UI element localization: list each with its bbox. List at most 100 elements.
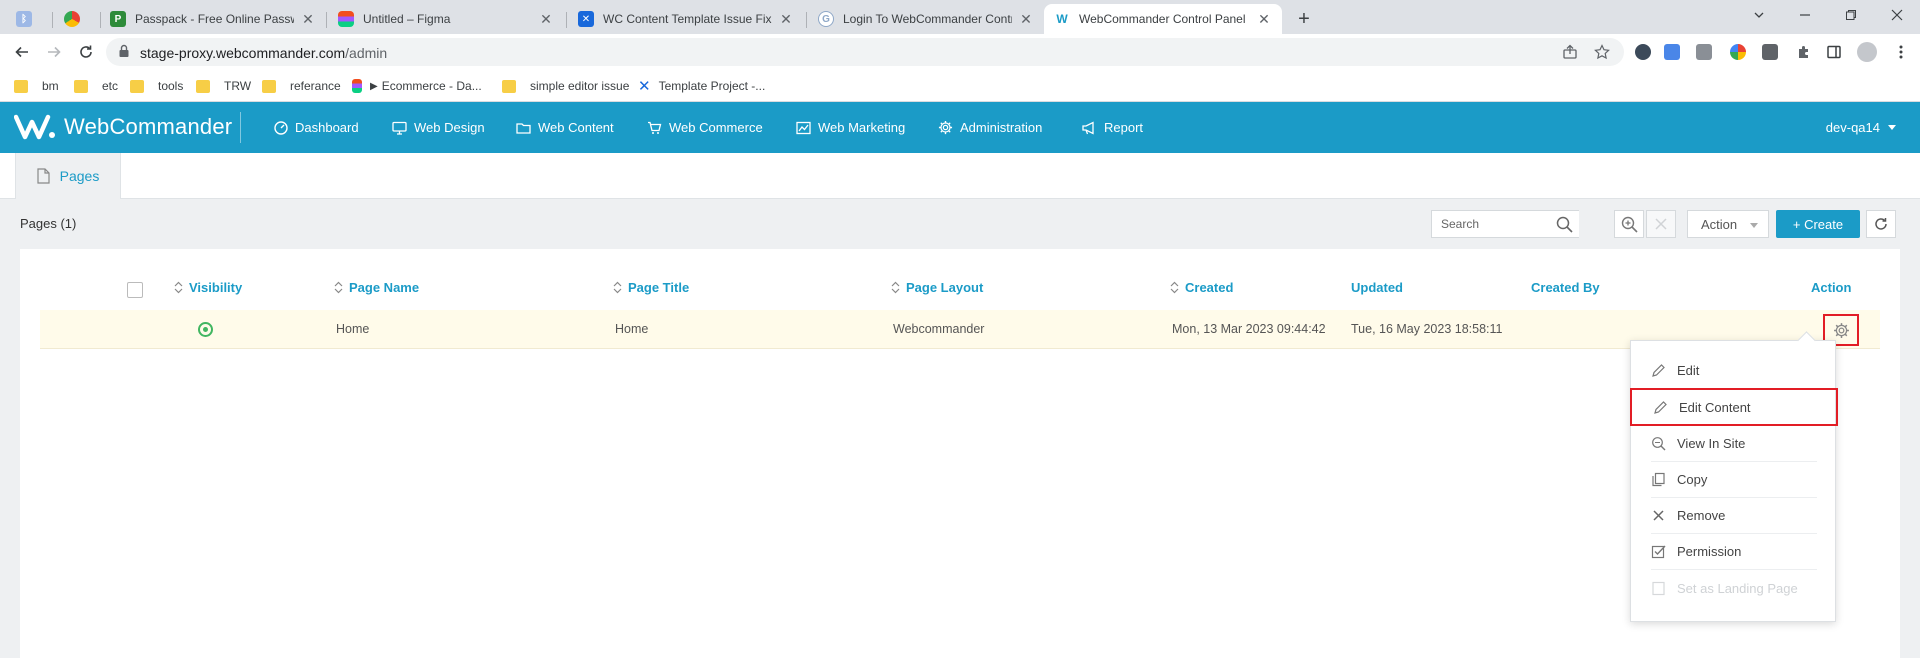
browser-tab-2[interactable] bbox=[54, 4, 100, 34]
close-icon[interactable]: ✕ bbox=[778, 11, 794, 27]
cell-created: Mon, 13 Mar 2023 09:44:42 bbox=[1172, 322, 1326, 336]
jira-favicon-icon: ✕ bbox=[578, 11, 594, 27]
brand-logo[interactable]: WebCommander bbox=[14, 111, 232, 143]
action-dropdown-label: Action bbox=[1701, 216, 1738, 232]
share-icon[interactable] bbox=[1562, 44, 1578, 60]
color-picker-extension-icon[interactable] bbox=[1730, 44, 1746, 60]
menu-item-edit-content[interactable]: Edit Content bbox=[1630, 388, 1838, 426]
username: dev-qa14 bbox=[1825, 120, 1880, 135]
action-dropdown[interactable]: Action bbox=[1687, 210, 1769, 238]
search-input[interactable] bbox=[1432, 211, 1542, 237]
close-icon[interactable]: ✕ bbox=[1018, 11, 1034, 27]
minimize-icon[interactable] bbox=[1782, 0, 1828, 30]
url-text: stage-proxy.webcommander.com/admin bbox=[140, 45, 388, 61]
profile-avatar-icon[interactable] bbox=[1857, 42, 1877, 62]
refresh-button[interactable] bbox=[1866, 210, 1896, 238]
translate-extension-icon[interactable] bbox=[1664, 44, 1680, 60]
nav-web-commerce[interactable]: Web Commerce bbox=[647, 102, 763, 153]
tab-pages[interactable]: Pages bbox=[15, 153, 121, 199]
jira-icon: ✕ bbox=[638, 78, 651, 95]
nav-web-marketing[interactable]: Web Marketing bbox=[796, 102, 905, 153]
login-favicon-icon: G bbox=[818, 11, 834, 27]
nav-web-design[interactable]: Web Design bbox=[392, 102, 485, 153]
header-updated[interactable]: Updated bbox=[1351, 280, 1403, 295]
table-row[interactable]: Home Home Webcommander Mon, 13 Mar 2023 … bbox=[40, 310, 1880, 349]
user-menu[interactable]: dev-qa14 bbox=[1826, 102, 1896, 153]
new-tab-button[interactable]: + bbox=[1290, 6, 1318, 32]
forward-arrow-icon[interactable] bbox=[42, 40, 66, 64]
folder-icon bbox=[130, 79, 144, 93]
bookmark-folder-tools[interactable]: tools bbox=[130, 77, 183, 95]
bookmark-folder-etc[interactable]: etc bbox=[74, 77, 118, 95]
menu-item-view-in-site[interactable]: View In Site bbox=[1651, 426, 1817, 462]
menu-item-permission[interactable]: Permission bbox=[1651, 534, 1817, 570]
search-icon[interactable] bbox=[1556, 216, 1573, 233]
brand-name: WebCommander bbox=[64, 114, 233, 139]
nav-dashboard[interactable]: Dashboard bbox=[274, 102, 359, 153]
nav-administration[interactable]: Administration bbox=[938, 102, 1042, 153]
close-icon bbox=[1653, 510, 1664, 521]
menu-item-edit[interactable]: Edit bbox=[1651, 353, 1817, 389]
bookmark-folder-trw[interactable]: TRW bbox=[196, 77, 251, 95]
header-visibility[interactable]: Visibility bbox=[174, 280, 242, 295]
header-page-layout[interactable]: Page Layout bbox=[891, 280, 983, 295]
folder-icon bbox=[262, 79, 276, 93]
extensions-puzzle-icon[interactable] bbox=[1796, 44, 1812, 60]
folder-icon bbox=[502, 79, 516, 93]
browser-tab-login[interactable]: G Login To WebCommander Control ✕ bbox=[808, 4, 1044, 34]
select-all-checkbox[interactable] bbox=[127, 282, 143, 298]
side-panel-icon[interactable] bbox=[1826, 44, 1842, 60]
close-icon[interactable]: ✕ bbox=[300, 11, 316, 27]
webcommander-logo-icon bbox=[14, 114, 55, 140]
close-icon[interactable]: ✕ bbox=[538, 11, 554, 27]
sort-icon bbox=[613, 281, 622, 294]
sort-icon bbox=[334, 281, 343, 294]
browser-tab-figma[interactable]: Untitled – Figma ✕ bbox=[328, 4, 564, 34]
header-action: Action bbox=[1811, 280, 1852, 295]
header-page-name[interactable]: Page Name bbox=[334, 280, 419, 295]
browser-tab-1[interactable]: ᛒ bbox=[6, 4, 52, 34]
tab-search-chevron-icon[interactable] bbox=[1736, 0, 1782, 30]
gear-icon bbox=[938, 120, 953, 135]
bookmark-ecommerce[interactable]: ▶ Ecommerce - Da... bbox=[352, 77, 482, 95]
create-button[interactable]: + Create bbox=[1776, 210, 1860, 238]
header-page-title[interactable]: Page Title bbox=[613, 280, 689, 295]
bookmark-folder-bm[interactable]: bm bbox=[14, 77, 59, 95]
browser-menu-icon[interactable] bbox=[1893, 44, 1909, 60]
clear-search-button[interactable] bbox=[1646, 210, 1676, 238]
close-icon[interactable]: ✕ bbox=[1256, 11, 1272, 27]
menu-item-copy[interactable]: Copy bbox=[1651, 462, 1817, 498]
header-created[interactable]: Created bbox=[1170, 280, 1233, 295]
tab-title: Untitled – Figma bbox=[363, 12, 451, 26]
menu-item-remove[interactable]: Remove bbox=[1651, 498, 1817, 534]
browser-tab-webcommander[interactable]: W WebCommander Control Panel ✕ bbox=[1044, 4, 1282, 34]
restore-icon[interactable] bbox=[1828, 0, 1874, 30]
bookmark-folder-simple-editor-issue[interactable]: simple editor issue bbox=[502, 77, 629, 95]
folder-icon bbox=[74, 79, 88, 93]
pencil-icon bbox=[1654, 400, 1667, 414]
header-created-by[interactable]: Created By bbox=[1531, 280, 1600, 295]
nav-web-content[interactable]: Web Content bbox=[516, 102, 614, 153]
caret-down-icon bbox=[1888, 125, 1896, 130]
folder-icon bbox=[196, 79, 210, 93]
advanced-search-button[interactable] bbox=[1614, 210, 1644, 238]
bookmark-template-project[interactable]: ✕ Template Project -... bbox=[638, 77, 765, 95]
browser-tab-passpack[interactable]: P Passpack - Free Online Password ✕ bbox=[100, 4, 326, 34]
figma-favicon-icon bbox=[338, 11, 354, 27]
extension-1-icon[interactable] bbox=[1635, 44, 1651, 60]
reload-icon[interactable] bbox=[74, 40, 98, 64]
bookmark-folder-referance[interactable]: referance bbox=[262, 77, 341, 95]
browser-tab-jira[interactable]: ✕ WC Content Template Issue Fixing ✕ bbox=[568, 4, 804, 34]
dashboard-icon bbox=[274, 120, 288, 135]
close-window-icon[interactable] bbox=[1874, 0, 1920, 30]
address-bar[interactable]: stage-proxy.webcommander.com/admin bbox=[106, 38, 1624, 66]
tab-title: Passpack - Free Online Password bbox=[135, 12, 294, 26]
monitor-icon bbox=[392, 121, 407, 135]
visibility-active-icon[interactable] bbox=[198, 322, 213, 337]
extension-5-icon[interactable] bbox=[1762, 44, 1778, 60]
nav-report[interactable]: Report bbox=[1082, 102, 1143, 153]
back-arrow-icon[interactable] bbox=[10, 40, 34, 64]
extension-3-icon[interactable] bbox=[1696, 44, 1712, 60]
bookmark-star-icon[interactable] bbox=[1594, 44, 1610, 60]
tab-title: WebCommander Control Panel bbox=[1079, 12, 1246, 26]
